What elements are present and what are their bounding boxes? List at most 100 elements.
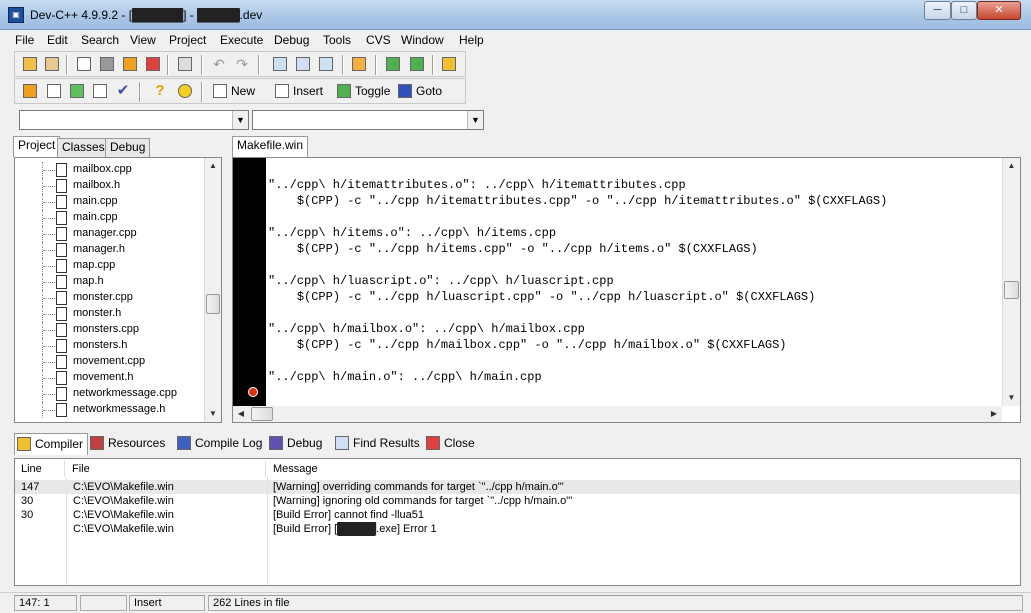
replace-button[interactable] xyxy=(293,54,313,74)
menu-view[interactable]: View xyxy=(130,33,156,47)
add-to-project-button[interactable] xyxy=(383,54,403,74)
column-header-file[interactable]: File xyxy=(66,461,266,477)
tree-item[interactable]: networkmessage.h xyxy=(15,402,207,418)
save-all-button[interactable] xyxy=(120,54,140,74)
minimize-button[interactable]: ─ xyxy=(924,1,951,20)
rebuild-all-button[interactable] xyxy=(90,81,110,101)
insert-button[interactable]: Insert xyxy=(273,81,323,102)
chevron-down-icon[interactable]: ▼ xyxy=(232,111,248,129)
tree-scrollbar[interactable]: ▲ ▼ xyxy=(204,158,221,422)
tree-item[interactable]: main.cpp xyxy=(15,194,207,210)
tab-find-results[interactable]: Find Results xyxy=(333,433,424,455)
menu-search[interactable]: Search xyxy=(81,33,119,47)
help-icon[interactable]: ? xyxy=(150,81,170,101)
code-line[interactable]: "../cpp\ h/main.o": ../cpp\ h/main.cpp xyxy=(268,369,542,385)
remove-from-project-button[interactable] xyxy=(407,54,427,74)
code-text-area[interactable]: "../cpp\ h/itemattributes.o": ../cpp\ h/… xyxy=(266,158,1002,406)
row2-line[interactable]: 30 xyxy=(21,494,33,508)
code-line[interactable]: $(CPP) -c "../cpp h/itemattributes.cpp" … xyxy=(268,193,888,209)
tab-project[interactable]: Project xyxy=(13,136,61,157)
maximize-button[interactable]: □ xyxy=(951,1,977,20)
toggle-bookmark-button[interactable]: Toggle xyxy=(335,81,390,102)
tree-item[interactable]: networkmessage.cpp xyxy=(15,386,207,402)
row1-message[interactable]: [Warning] overriding commands for target… xyxy=(273,480,564,494)
code-line[interactable]: $(CPP) -c "../cpp h/main.cpp" -o "../cpp… xyxy=(268,385,743,401)
tab-debug[interactable]: Debug xyxy=(105,138,151,157)
row4-file[interactable]: C:\EVO\Makefile.win xyxy=(73,522,174,536)
tree-item[interactable]: monsters.h xyxy=(15,338,207,354)
tree-item[interactable]: map.h xyxy=(15,274,207,290)
tab-classes[interactable]: Classes xyxy=(57,138,110,157)
tab-compile-log[interactable]: Compile Log xyxy=(175,433,266,455)
class-combo[interactable]: ▼ xyxy=(19,110,249,130)
close-button[interactable]: ✕ xyxy=(977,1,1021,20)
menu-execute[interactable]: Execute xyxy=(220,33,263,47)
tree-item[interactable]: mailbox.cpp xyxy=(15,162,207,178)
scroll-right-icon[interactable]: ▶ xyxy=(986,406,1002,422)
menu-debug[interactable]: Debug xyxy=(274,33,309,47)
code-editor[interactable]: "../cpp\ h/itemattributes.o": ../cpp\ h/… xyxy=(232,157,1021,423)
open-icon-button[interactable] xyxy=(42,54,62,74)
tree-item[interactable]: main.cpp xyxy=(15,210,207,226)
row3-line[interactable]: 30 xyxy=(21,508,33,522)
row3-file[interactable]: C:\EVO\Makefile.win xyxy=(73,508,174,522)
run-button[interactable] xyxy=(44,81,64,101)
check-syntax-icon[interactable]: ✔ xyxy=(113,81,133,101)
tab-resources[interactable]: Resources xyxy=(88,433,169,455)
tab-compiler[interactable]: Compiler xyxy=(14,433,89,455)
scroll-up-icon[interactable]: ▲ xyxy=(1003,158,1020,174)
scroll-down-icon[interactable]: ▼ xyxy=(1003,390,1020,406)
row4-message[interactable]: [Build Error] [█████.exe] Error 1 xyxy=(273,522,437,536)
menu-project[interactable]: Project xyxy=(169,33,206,47)
redo-icon[interactable]: ↷ xyxy=(232,54,252,74)
menu-help[interactable]: Help xyxy=(459,33,484,47)
compile-button[interactable] xyxy=(20,81,40,101)
scroll-up-icon[interactable]: ▲ xyxy=(205,158,221,174)
close-file-button[interactable] xyxy=(143,54,163,74)
tree-item[interactable]: monsters.cpp xyxy=(15,322,207,338)
goto-bookmark-button[interactable]: Goto xyxy=(396,81,442,102)
tree-item[interactable]: monster.cpp xyxy=(15,290,207,306)
scroll-thumb[interactable] xyxy=(251,407,273,421)
code-line[interactable]: "../cpp\ h/items.o": ../cpp\ h/items.cpp xyxy=(268,225,556,241)
code-line[interactable]: $(CPP) -c "../cpp h/items.cpp" -o "../cp… xyxy=(268,241,758,257)
scroll-down-icon[interactable]: ▼ xyxy=(205,406,221,422)
undo-icon[interactable]: ↶ xyxy=(209,54,229,74)
find-button[interactable] xyxy=(270,54,290,74)
menu-edit[interactable]: Edit xyxy=(47,33,68,47)
column-header-message[interactable]: Message xyxy=(267,461,1020,477)
editor-hscrollbar[interactable]: ◀ ▶ xyxy=(233,406,1002,422)
print-button[interactable] xyxy=(175,54,195,74)
save-button[interactable] xyxy=(97,54,117,74)
editor-vscrollbar[interactable]: ▲ ▼ xyxy=(1002,158,1020,406)
compile-run-button[interactable] xyxy=(67,81,87,101)
tab-close[interactable]: Close xyxy=(424,433,479,455)
column-header-line[interactable]: Line xyxy=(15,461,65,477)
menu-tools[interactable]: Tools xyxy=(323,33,351,47)
tree-item[interactable]: manager.cpp xyxy=(15,226,207,242)
tree-item[interactable]: mailbox.h xyxy=(15,178,207,194)
row2-message[interactable]: [Warning] ignoring old commands for targ… xyxy=(273,494,572,508)
code-line[interactable]: $(CPP) -c "../cpp h/luascript.cpp" -o ".… xyxy=(268,289,815,305)
scroll-thumb[interactable] xyxy=(206,294,220,314)
code-line[interactable]: $(CPP) -c "../cpp h/mailbox.cpp" -o "../… xyxy=(268,337,787,353)
tree-item[interactable]: movement.cpp xyxy=(15,354,207,370)
tab-debug-output[interactable]: Debug xyxy=(267,433,326,455)
menu-cvs[interactable]: CVS xyxy=(366,33,391,47)
code-line[interactable]: "../cpp\ h/itemattributes.o": ../cpp\ h/… xyxy=(268,177,686,193)
tree-item[interactable]: monster.h xyxy=(15,306,207,322)
tree-item[interactable]: manager.h xyxy=(15,242,207,258)
row1-file[interactable]: C:\EVO\Makefile.win xyxy=(73,480,174,494)
app-icon[interactable]: ▣ xyxy=(8,7,24,23)
scroll-left-icon[interactable]: ◀ xyxy=(233,406,249,422)
find-next-button[interactable] xyxy=(316,54,336,74)
row2-file[interactable]: C:\EVO\Makefile.win xyxy=(73,494,174,508)
project-icon-button[interactable] xyxy=(20,54,40,74)
code-line[interactable]: "../cpp\ h/mailbox.o": ../cpp\ h/mailbox… xyxy=(268,321,585,337)
menu-file[interactable]: File xyxy=(15,33,34,47)
goto-line-button[interactable] xyxy=(349,54,369,74)
new-file-button[interactable] xyxy=(74,54,94,74)
tab-makefile[interactable]: Makefile.win xyxy=(232,136,309,157)
scroll-thumb[interactable] xyxy=(1004,281,1019,299)
about-button[interactable] xyxy=(175,81,195,101)
